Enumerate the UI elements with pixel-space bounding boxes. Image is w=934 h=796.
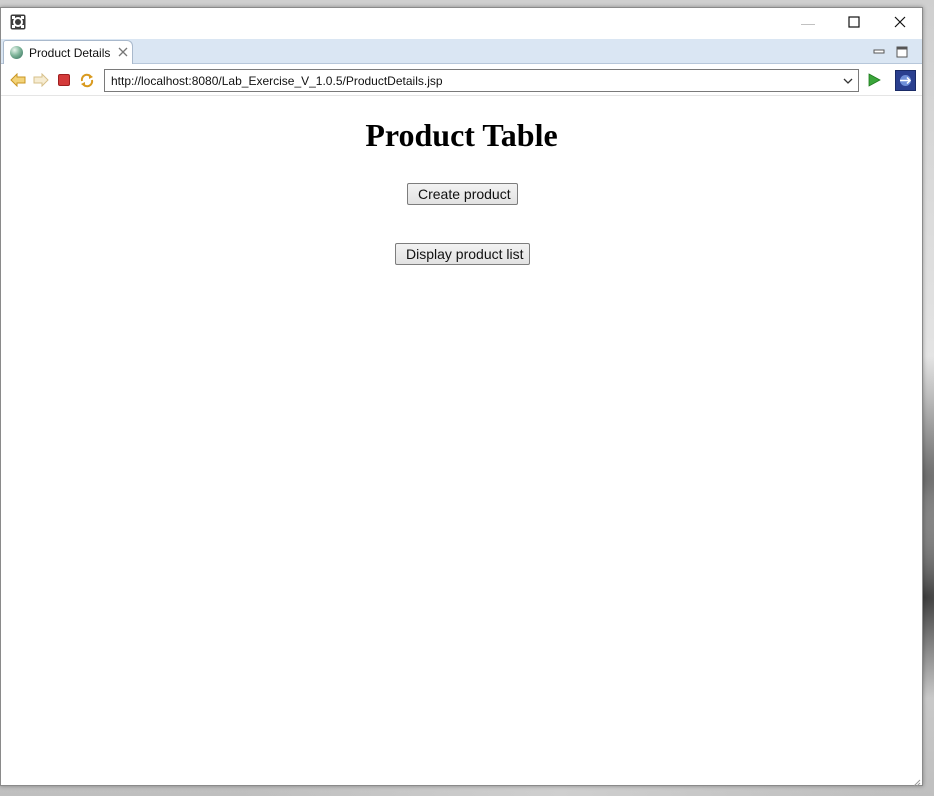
stop-icon[interactable] (55, 71, 73, 89)
refresh-icon[interactable] (78, 71, 96, 89)
go-icon[interactable] (865, 71, 883, 89)
close-button[interactable] (877, 8, 923, 38)
editor-tab-bar: Product Details (1, 39, 922, 64)
minimize-icon: — (801, 15, 815, 31)
title-bar[interactable]: — (1, 8, 922, 38)
tab-product-details[interactable]: Product Details (3, 40, 133, 64)
tab-close-icon[interactable] (118, 46, 128, 60)
chevron-down-icon[interactable] (841, 73, 855, 88)
view-minimize-icon[interactable] (873, 45, 885, 57)
url-input[interactable] (105, 70, 835, 91)
browser-window: — Product Details http://localhost:8080/… (0, 7, 923, 787)
eclipse-app-icon (10, 14, 26, 30)
back-arrow-icon[interactable] (9, 71, 27, 89)
tab-label: Product Details (29, 45, 111, 60)
close-icon (894, 15, 906, 31)
create-product-button[interactable]: Create product (407, 183, 518, 205)
maximize-icon (848, 15, 860, 31)
forward-arrow-icon[interactable] (32, 71, 50, 89)
page-title: Product Table (365, 117, 558, 153)
minimize-button[interactable]: — (785, 8, 831, 38)
address-bar[interactable] (104, 69, 859, 92)
open-external-browser-icon[interactable] (895, 70, 916, 91)
view-maximize-icon[interactable] (896, 45, 908, 58)
maximize-button[interactable] (831, 8, 877, 38)
browser-toolbar (1, 65, 922, 96)
resize-grip-icon[interactable] (911, 774, 921, 787)
globe-icon (10, 46, 23, 59)
display-product-list-button[interactable]: Display product list (395, 243, 530, 265)
page-content: Product Table Create product Display pro… (1, 97, 922, 787)
